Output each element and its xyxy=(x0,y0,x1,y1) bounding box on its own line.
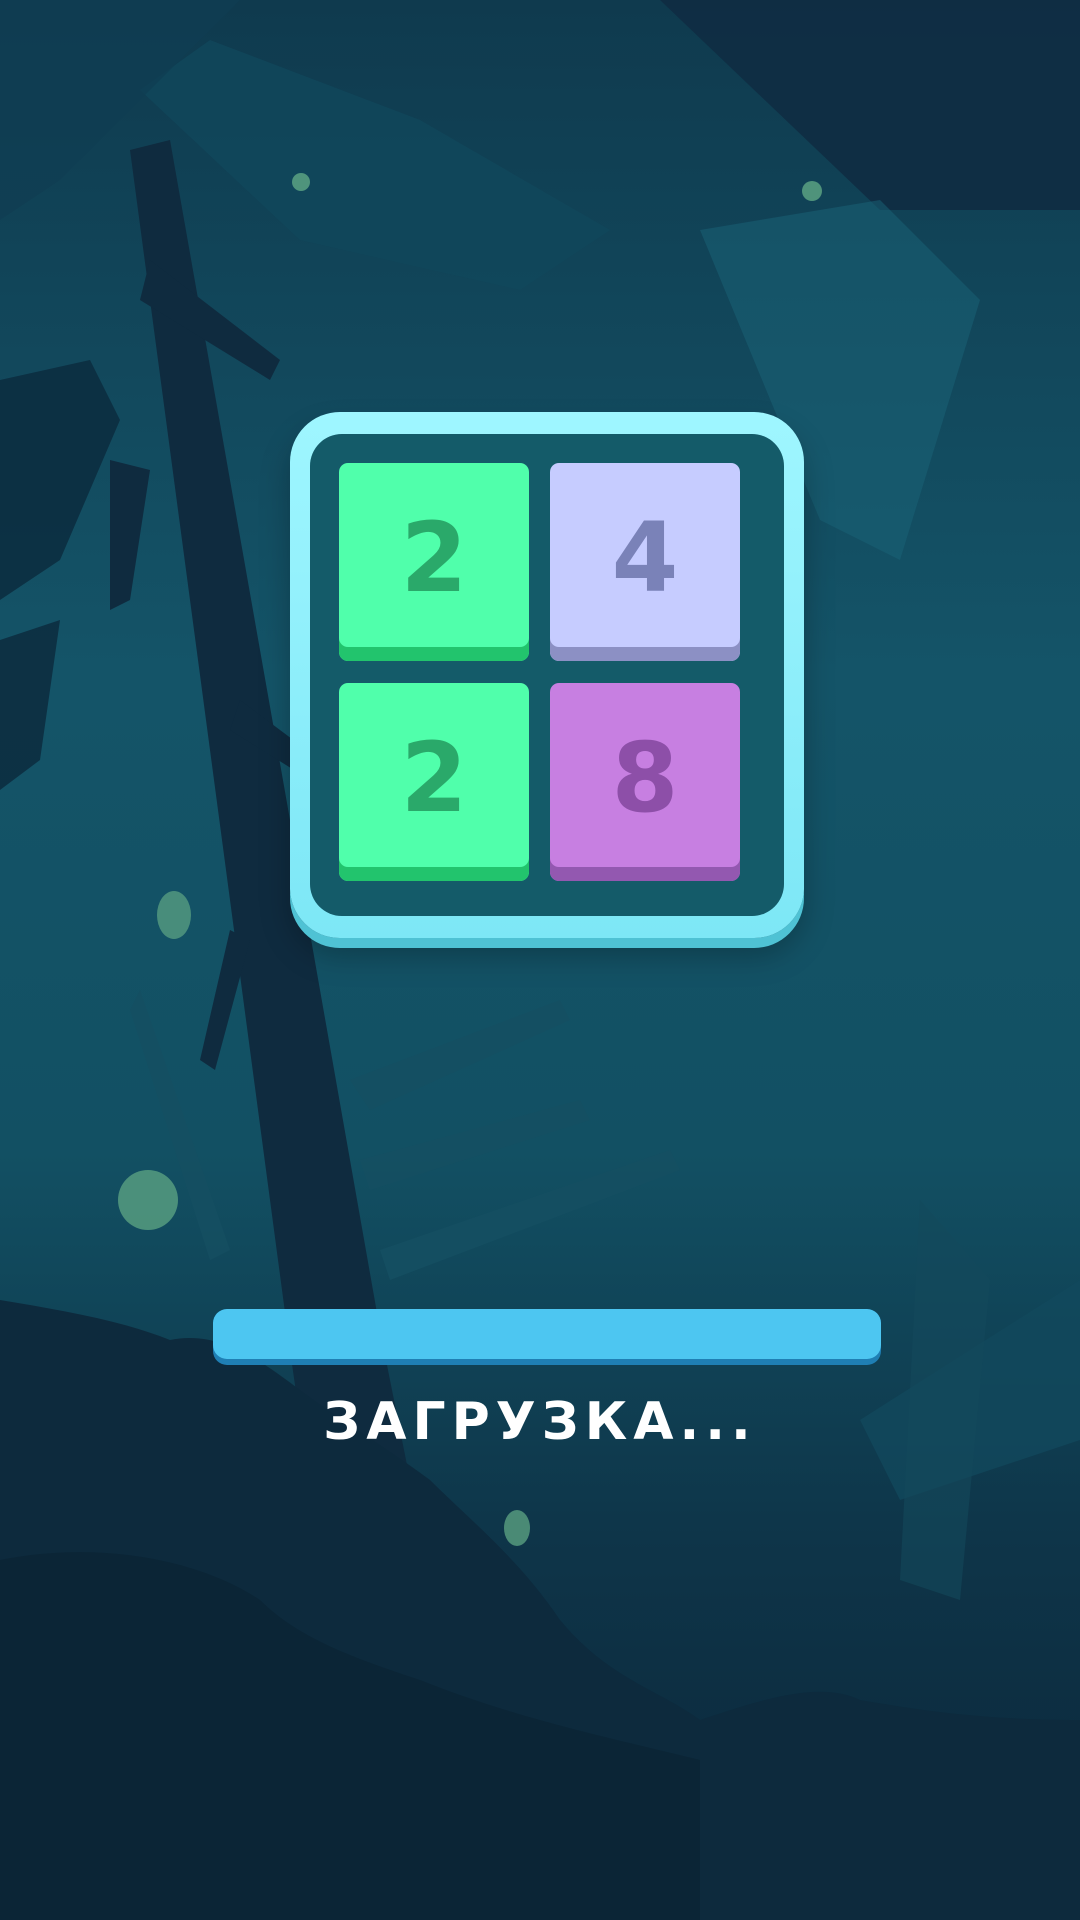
game-logo-board: 2 4 2 8 xyxy=(290,412,804,938)
loading-screen: 2 4 2 8 ЗАГРУЗКА... xyxy=(0,0,1080,1920)
jungle-background xyxy=(0,0,1080,1920)
loading-progress-fill xyxy=(213,1309,881,1359)
board-inner: 2 4 2 8 xyxy=(310,434,784,916)
tile-value: 2 xyxy=(400,722,468,834)
loading-progress-bar xyxy=(213,1309,881,1365)
tile-value: 2 xyxy=(400,502,468,614)
logo-tile-2: 2 xyxy=(339,463,529,661)
tile-value: 4 xyxy=(611,502,679,614)
tile-value: 8 xyxy=(611,722,679,834)
logo-tile-4: 4 xyxy=(550,463,740,661)
loading-label: ЗАГРУЗКА... xyxy=(323,1392,757,1452)
logo-tile-8: 8 xyxy=(550,683,740,881)
logo-tile-2-bottom: 2 xyxy=(339,683,529,881)
